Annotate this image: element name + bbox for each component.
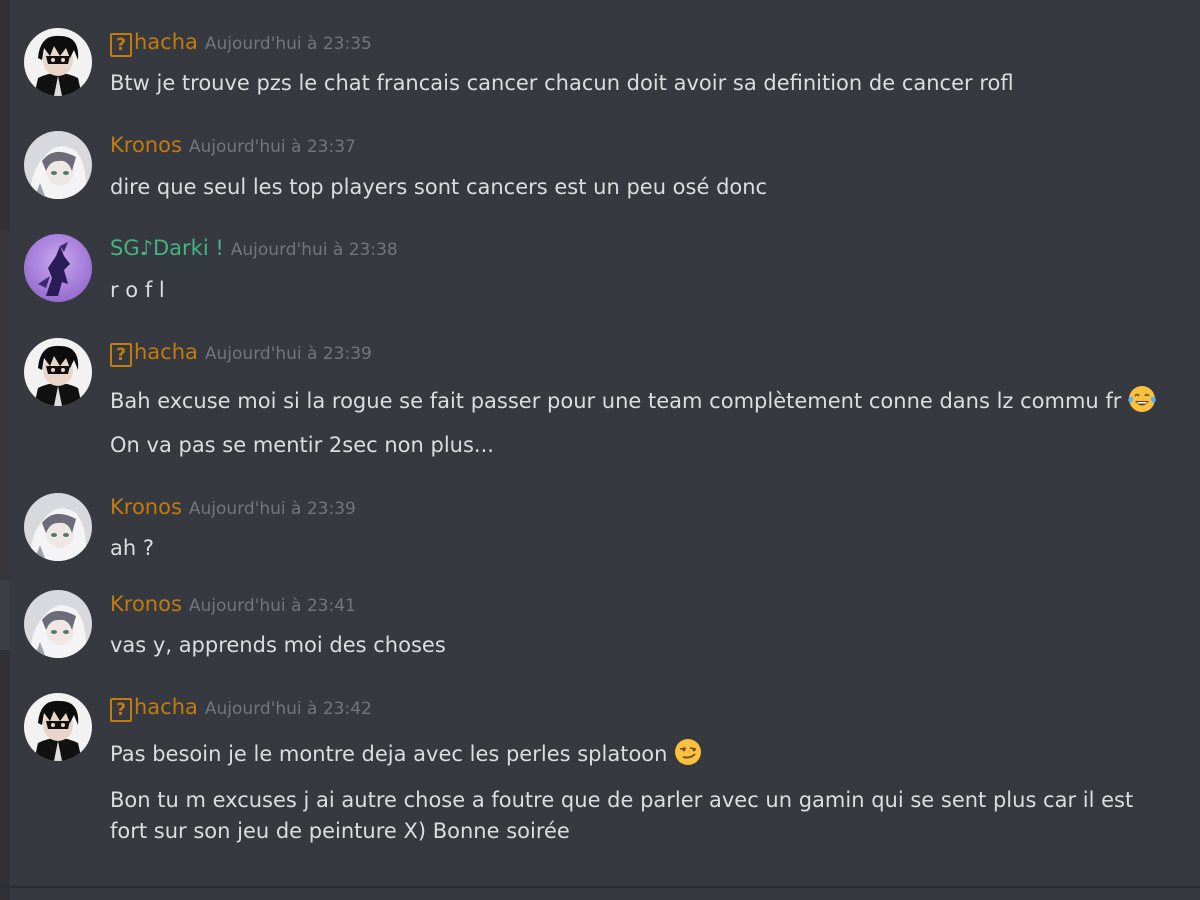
timestamp: Aujourd'hui à 23:39 [204,344,372,364]
channel-sidebar-edge [0,0,10,230]
message-text: Btw je trouve pzs le chat francais cance… [110,71,1014,95]
unknown-role-box-icon: ? [110,698,132,722]
white-haired-character-avatar[interactable] [24,131,92,199]
username[interactable]: hacha [134,693,198,721]
message-text: Pas besoin je le montre deja avec les pe… [110,737,1170,770]
dark-haired-character-avatar[interactable] [24,338,92,406]
username[interactable]: Kronos [110,493,182,521]
smirking-face-emoji [673,737,703,767]
timestamp: Aujourd'hui à 23:39 [188,499,356,519]
message-text: Bah excuse moi si la rogue se fait passe… [110,384,1170,417]
timestamp: Aujourd'hui à 23:42 [204,699,372,719]
message-text: Bon tu m excuses j ai autre chose a fout… [110,788,1134,843]
message-text: vas y, apprends moi des choses [110,633,446,657]
purple-creature-avatar[interactable] [24,234,92,302]
username[interactable]: hacha [134,338,198,366]
chat-message-list: ? hacha Aujourd'hui à 23:35 Btw je trouv… [0,0,1200,900]
white-haired-character-avatar[interactable] [24,590,92,658]
tears-of-joy-emoji [1127,384,1157,414]
message-header: Kronos Aujourd'hui à 23:41 [110,590,356,618]
message-header: Kronos Aujourd'hui à 23:39 [110,493,356,521]
timestamp: Aujourd'hui à 23:37 [188,137,356,157]
timestamp: Aujourd'hui à 23:41 [188,596,356,616]
message-text-content: Bah excuse moi si la rogue se fait passe… [110,389,1122,413]
username[interactable]: hacha [134,28,198,56]
message-header: ? hacha Aujourd'hui à 23:42 [110,693,372,722]
channel-sidebar-edge [0,230,10,580]
message-text: On va pas se mentir 2sec non plus... [110,433,494,457]
message-text: r o f l [110,278,165,302]
message-header: SG♪Darki ! Aujourd'hui à 23:38 [110,234,398,262]
message-header: ? hacha Aujourd'hui à 23:35 [110,28,372,57]
dark-haired-character-avatar[interactable] [24,28,92,96]
message-header: ? hacha Aujourd'hui à 23:39 [110,338,372,367]
dark-haired-character-avatar[interactable] [24,693,92,761]
channel-sidebar-edge [0,650,10,900]
divider [0,886,1200,888]
message-text-content: Pas besoin je le montre deja avec les pe… [110,742,668,766]
message-text: dire que seul les top players sont cance… [110,175,768,199]
username[interactable]: SG♪Darki ! [110,234,224,262]
white-haired-character-avatar[interactable] [24,493,92,561]
message-text: ah ? [110,536,154,560]
channel-sidebar-edge [0,580,10,650]
message-header: Kronos Aujourd'hui à 23:37 [110,131,356,159]
unknown-role-box-icon: ? [110,33,132,57]
username[interactable]: Kronos [110,590,182,618]
username[interactable]: Kronos [110,131,182,159]
unknown-role-box-icon: ? [110,343,132,367]
timestamp: Aujourd'hui à 23:38 [230,240,398,260]
timestamp: Aujourd'hui à 23:35 [204,34,372,54]
